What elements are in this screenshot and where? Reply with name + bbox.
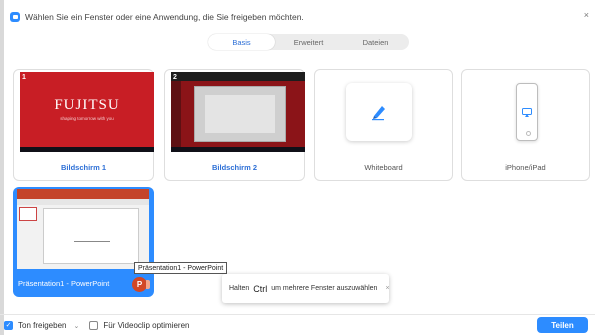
- close-icon[interactable]: ×: [385, 285, 389, 292]
- source-label: Whiteboard: [364, 163, 403, 172]
- powerpoint-thumbnail: [17, 189, 149, 269]
- source-label: Bildschirm 1: [60, 163, 106, 172]
- screen-2-thumbnail: 2: [171, 72, 305, 152]
- hint-prefix: Halten: [229, 285, 250, 292]
- close-icon[interactable]: ×: [584, 10, 589, 20]
- share-sound-label[interactable]: Ton freigeben: [18, 321, 66, 330]
- source-screen-1[interactable]: 1 FUJITSU shaping tomorrow with you Bild…: [13, 69, 154, 181]
- tab-dateien[interactable]: Dateien: [342, 34, 409, 50]
- optimize-video-label[interactable]: Für Videoclip optimieren: [103, 321, 189, 330]
- source-label: Bildschirm 2: [211, 163, 257, 172]
- source-iphone-ipad[interactable]: iPhone/iPad: [461, 69, 590, 181]
- tab-erweitert[interactable]: Erweitert: [275, 34, 342, 50]
- screen-number-badge: 2: [173, 74, 177, 81]
- window-tooltip: Präsentation1 - PowerPoint: [134, 262, 228, 274]
- footer-divider: [0, 314, 595, 315]
- fujitsu-slogan: shaping tomorrow with you: [60, 116, 114, 121]
- desktop-topbar: [171, 72, 305, 81]
- tab-bar: Basis Erweitert Dateien: [208, 34, 409, 50]
- desktop-window: [194, 86, 286, 142]
- share-button[interactable]: Teilen: [537, 317, 588, 333]
- taskbar: [20, 147, 154, 152]
- source-powerpoint-window[interactable]: Präsentation1 - PowerPoint P: [13, 187, 154, 297]
- ppt-slide: [43, 208, 139, 264]
- tab-basis[interactable]: Basis: [208, 34, 275, 50]
- zoom-app-icon: [10, 12, 20, 22]
- fujitsu-wallpaper: FUJITSU shaping tomorrow with you: [20, 72, 154, 152]
- screen-number-badge: 1: [22, 74, 26, 81]
- multi-select-hint: Halten Ctrl um mehrere Fenster auszuwähl…: [222, 274, 390, 303]
- taskbar: [171, 147, 305, 152]
- hint-suffix: um mehrere Fenster auszuwählen: [271, 285, 378, 292]
- dialog-header: Wählen Sie ein Fenster oder eine Anwendu…: [10, 10, 304, 24]
- ppt-toolbar: [17, 199, 149, 205]
- whiteboard-tile: [346, 83, 412, 141]
- dialog-title: Wählen Sie ein Fenster oder eine Anwendu…: [25, 12, 304, 22]
- source-label: Präsentation1 - PowerPoint: [18, 279, 110, 288]
- pen-icon: [372, 106, 385, 121]
- airplay-icon: [522, 107, 532, 117]
- desktop-sidebar: [171, 81, 181, 147]
- chevron-down-icon[interactable]: ⌄: [73, 322, 79, 330]
- share-sound-checkbox[interactable]: [4, 321, 13, 330]
- source-whiteboard[interactable]: Whiteboard: [314, 69, 453, 181]
- phone-frame: [516, 83, 538, 141]
- footer: Ton freigeben ⌄ Für Videoclip optimieren: [4, 319, 189, 332]
- fujitsu-logo: FUJITSU: [54, 97, 120, 113]
- window-edge: [0, 0, 4, 335]
- screen-1-thumbnail: 1 FUJITSU shaping tomorrow with you: [20, 72, 154, 152]
- source-label: iPhone/iPad: [505, 163, 546, 172]
- source-screen-2[interactable]: 2 Bildschirm 2: [164, 69, 305, 181]
- ppt-ribbon: [17, 189, 149, 199]
- desktop-preview: [171, 72, 305, 152]
- ppt-slide-pane: [19, 207, 37, 221]
- powerpoint-icon: P: [132, 277, 150, 292]
- optimize-video-checkbox[interactable]: [89, 321, 99, 330]
- ctrl-key-label: Ctrl: [253, 283, 268, 294]
